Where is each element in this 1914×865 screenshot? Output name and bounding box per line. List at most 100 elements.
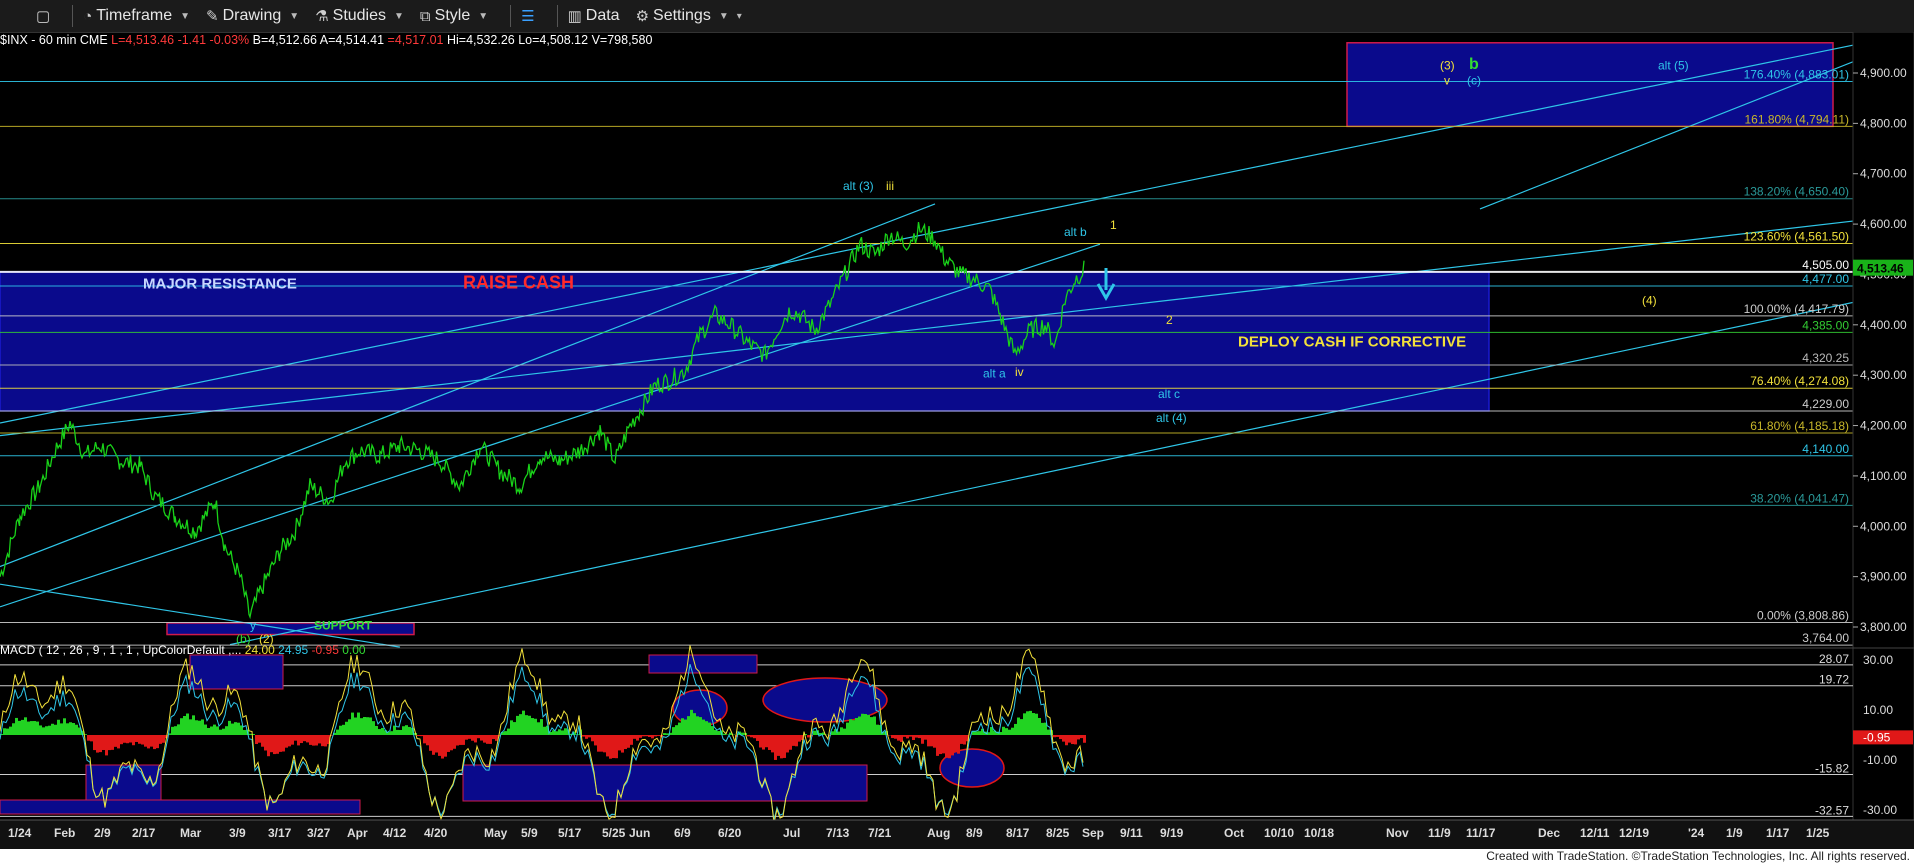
macd-histogram-bar [564, 728, 567, 735]
macd-histogram-bar [687, 716, 690, 735]
macd-histogram-bar [630, 735, 633, 745]
price-tick-label: 4,100.00 [1860, 469, 1907, 483]
quote-bar: $INX - 60 min CME L=4,513.46 -1.41 -0.03… [0, 33, 652, 47]
time-tick-label: 6/20 [718, 826, 742, 840]
toolbar: ▢ ◔ Timeframe ▼ ✎ Drawing ▼ ⚗ Studies ▼ … [0, 0, 1914, 33]
macd-histogram-bar [798, 735, 801, 742]
time-tick-label: Feb [54, 826, 75, 840]
macd-histogram-bar [1083, 735, 1086, 743]
macd-histogram-bar [663, 733, 666, 735]
macd-histogram-bar [294, 735, 297, 741]
toolbar-divider [510, 5, 512, 27]
macd-histogram-bar [462, 735, 465, 745]
macd-histogram-bar [795, 735, 798, 747]
price-tick-label: 3,900.00 [1860, 570, 1907, 584]
wave-label: SUPPORT [314, 619, 373, 633]
settings-button[interactable]: ⚙ Settings ▼ ▾ [636, 7, 742, 25]
time-tick-label: 5/17 [558, 826, 582, 840]
macd-histogram-bar [216, 726, 219, 735]
level-label: 123.60% (4,561.50) [1744, 229, 1849, 243]
macd-histogram-bar [375, 725, 378, 735]
style-button[interactable]: ⧉ Style ▼ [420, 7, 488, 25]
window-menu-button[interactable]: ▢ [36, 7, 50, 25]
macd-histogram-bar [915, 735, 918, 738]
macd-histogram-bar [1047, 729, 1050, 735]
macd-histogram-bar [897, 735, 900, 741]
level-label: 138.20% (4,650.40) [1744, 185, 1849, 199]
macd-histogram-bar [651, 735, 654, 739]
macd-histogram-bar [357, 712, 360, 735]
macd-histogram-bar [96, 735, 99, 753]
price-tick-label: 3,800.00 [1860, 620, 1907, 634]
macd-histogram-bar [222, 728, 225, 735]
macd-histogram-bar [591, 735, 594, 742]
macd-histogram-bar [924, 735, 927, 740]
macd-box [0, 799, 361, 815]
macd-histogram-bar [852, 720, 855, 735]
macd-histogram-bar [174, 726, 177, 735]
time-tick-label: 3/27 [307, 826, 331, 840]
macd-histogram-bar [1005, 728, 1008, 735]
studies-label: Studies [332, 7, 387, 24]
price-chart[interactable]: 176.40% (4,883.01)161.80% (4,794.11)138.… [0, 32, 1914, 849]
bars-button[interactable]: ☰ [521, 7, 534, 25]
macd-histogram-bar [51, 723, 54, 735]
macd-histogram-bar [672, 727, 675, 735]
macd-histogram-bar [258, 735, 261, 743]
wave-label: alt (5) [1658, 58, 1689, 72]
macd-histogram-bar [249, 733, 252, 735]
low-price: Lo=4,508.12 [518, 33, 589, 47]
time-tick-label: 8/9 [966, 826, 983, 840]
time-tick-label: Aug [927, 826, 950, 840]
time-tick-label: Apr [347, 826, 368, 840]
macd-histogram-bar [936, 735, 939, 756]
macd-histogram-bar [309, 735, 312, 745]
timeframe-button[interactable]: ◔ Timeframe ▼ [83, 7, 190, 25]
data-button[interactable]: ▥ Data [568, 7, 620, 25]
macd-histogram-bar [336, 729, 339, 735]
macd-box [189, 654, 284, 690]
macd-histogram-bar [93, 735, 96, 751]
macd-histogram-bar [183, 716, 186, 735]
macd-histogram-bar [36, 721, 39, 735]
macd-histogram-bar [345, 721, 348, 735]
macd-histogram-bar [768, 735, 771, 750]
price-axis-background [1852, 32, 1914, 849]
macd-histogram-bar [9, 726, 12, 735]
wave-label: alt a [983, 367, 1006, 381]
macd-histogram-bar [318, 735, 321, 744]
macd-histogram-bar [978, 731, 981, 735]
drawing-button[interactable]: ✎ Drawing ▼ [206, 7, 299, 25]
level-label: 4,505.00 [1802, 258, 1849, 272]
macd-panel: 28.07 19.72 -15.82 -32.57 30.00 10.00 -10.00 -3… [0, 645, 1914, 824]
macd-histogram-bar [891, 735, 894, 739]
macd-histogram-bar [45, 726, 48, 735]
macd-histogram-bar [486, 735, 489, 744]
macd-histogram-bar [438, 735, 441, 756]
macd-histogram-bar [243, 730, 246, 735]
macd-histogram-bar [285, 735, 288, 748]
sell-price: =4,517.01 [387, 33, 444, 47]
macd-histogram-bar [315, 735, 318, 746]
macd-histogram-bar [138, 735, 141, 744]
macd-histogram-bar [597, 735, 600, 752]
macd-histogram-bar [849, 719, 852, 735]
time-tick-label: Jun [629, 826, 650, 840]
chevron-down-icon: ▾ [736, 10, 742, 22]
wave-label: v [1444, 74, 1450, 88]
time-tick-label: 3/9 [229, 826, 246, 840]
macd-histogram-bar [219, 729, 222, 735]
macd-histogram-bar [291, 735, 294, 745]
macd-histogram-bar [906, 735, 909, 739]
macd-histogram-bar [786, 735, 789, 753]
macd-histogram-bar [201, 719, 204, 735]
window-icon: ▢ [36, 8, 51, 25]
studies-button[interactable]: ⚗ Studies ▼ [315, 7, 404, 25]
macd-histogram-bar [231, 723, 234, 735]
macd-histogram-bar [426, 735, 429, 746]
macd-histogram-bar [717, 731, 720, 735]
macd-histogram-bar [207, 727, 210, 735]
macd-histogram-bar [783, 735, 786, 758]
macd-histogram-bar [894, 735, 897, 739]
macd-histogram-bar [60, 723, 63, 735]
